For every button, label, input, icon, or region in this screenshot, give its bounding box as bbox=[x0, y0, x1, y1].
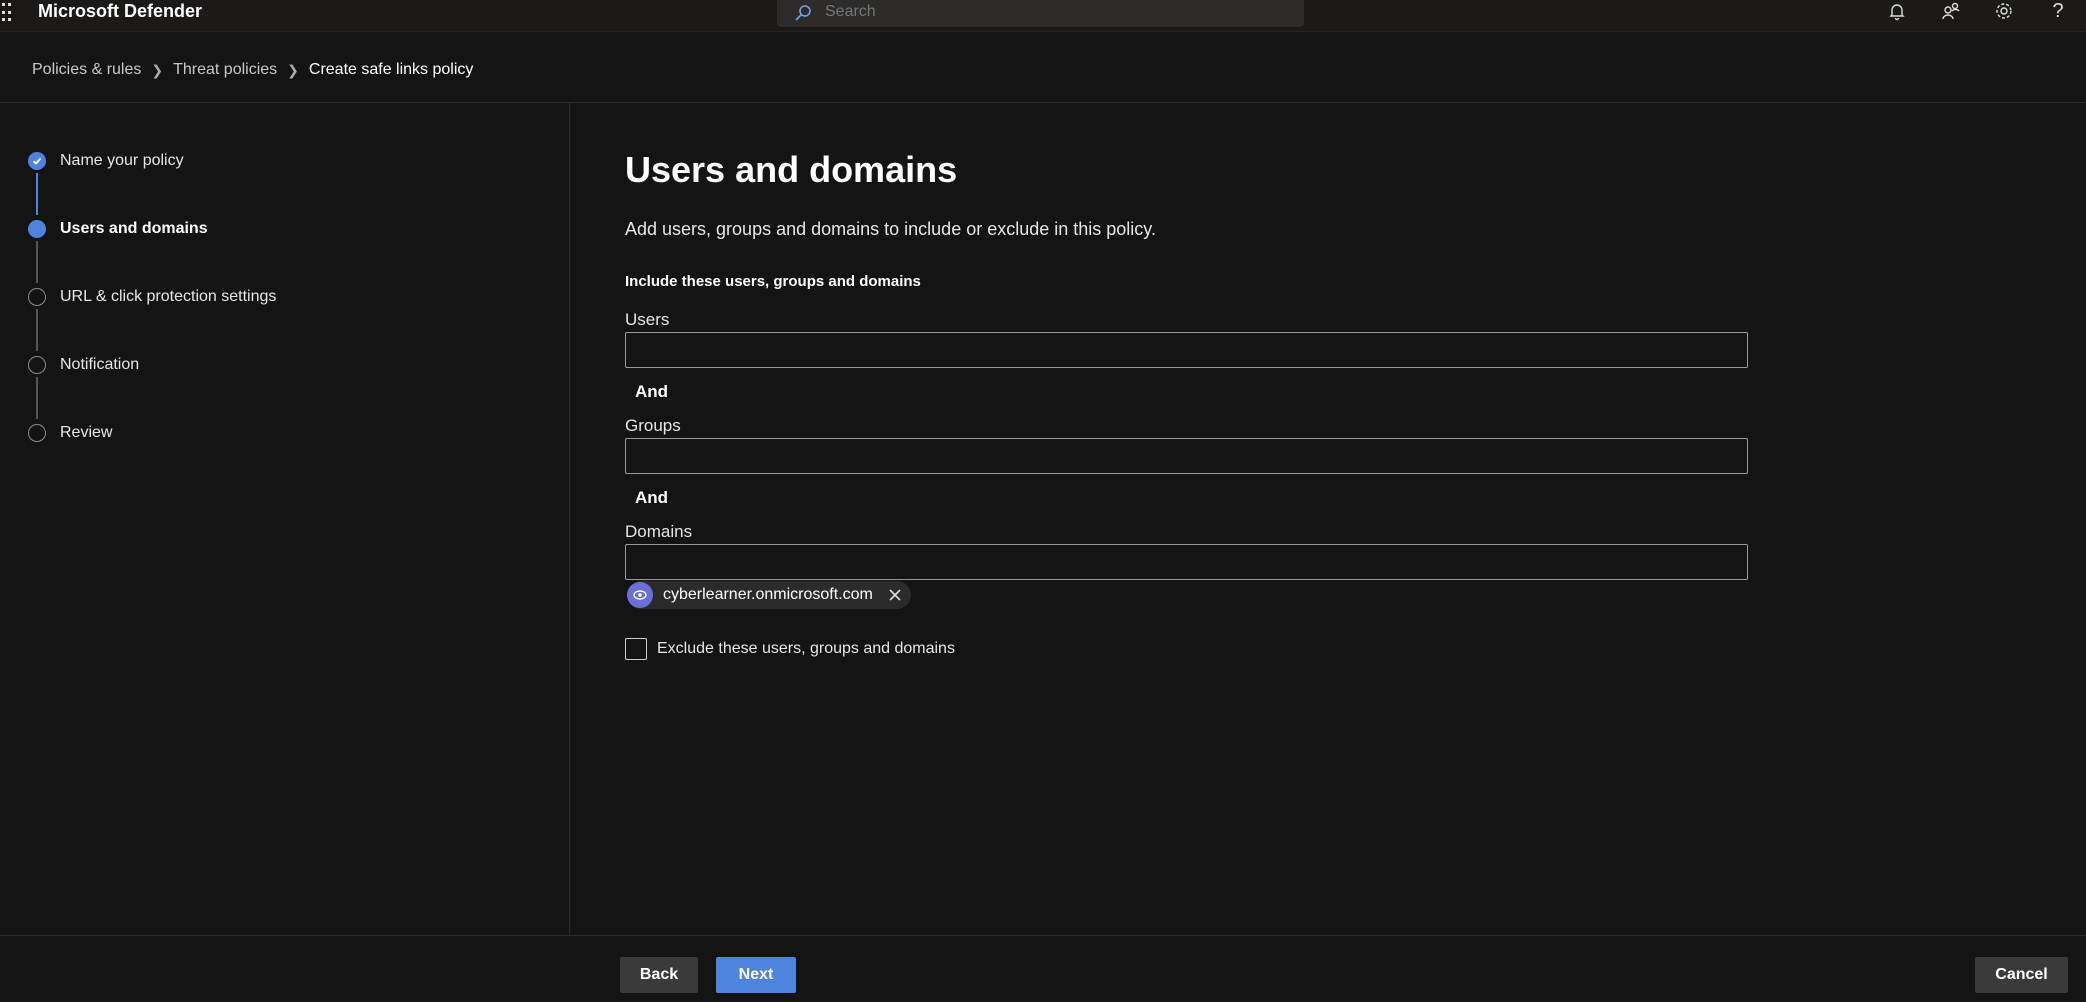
domain-chip-label: cyberlearner.onmicrosoft.com bbox=[663, 586, 873, 603]
top-bar: Microsoft Defender ? bbox=[0, 0, 2086, 32]
step-connector bbox=[36, 173, 38, 215]
chevron-right-icon: ❯ bbox=[287, 61, 299, 78]
link-icon bbox=[633, 590, 647, 600]
breadcrumb-item-policies-rules[interactable]: Policies & rules bbox=[32, 61, 141, 79]
step-connector bbox=[36, 377, 38, 419]
app-launcher-icon[interactable] bbox=[0, 3, 12, 23]
search-input[interactable] bbox=[825, 0, 1285, 24]
app-title[interactable]: Microsoft Defender bbox=[38, 0, 202, 23]
step-url-click-protection[interactable]: URL & click protection settings bbox=[28, 285, 276, 309]
checkmark-icon bbox=[32, 157, 42, 165]
step-pending-icon bbox=[28, 288, 46, 306]
step-users-and-domains[interactable]: Users and domains bbox=[28, 217, 208, 241]
users-label: Users bbox=[625, 310, 670, 329]
domain-chip-avatar bbox=[627, 582, 653, 608]
cancel-button[interactable]: Cancel bbox=[1975, 957, 2068, 993]
wizard-steps-panel: Name your policy Users and domains URL &… bbox=[0, 103, 570, 935]
and-label: And bbox=[635, 382, 669, 401]
next-button[interactable]: Next bbox=[716, 957, 796, 993]
groups-label: Groups bbox=[625, 416, 681, 435]
exclude-checkbox-row[interactable]: Exclude these users, groups and domains bbox=[625, 638, 955, 660]
step-notification[interactable]: Notification bbox=[28, 353, 139, 377]
domains-input[interactable] bbox=[625, 544, 1748, 580]
exclude-checkbox-label[interactable]: Exclude these users, groups and domains bbox=[657, 640, 955, 658]
and-label: And bbox=[635, 488, 669, 507]
wizard-footer: Back Next Cancel bbox=[0, 935, 2086, 1002]
back-button[interactable]: Back bbox=[620, 957, 698, 993]
search-box[interactable] bbox=[777, 0, 1304, 27]
close-icon[interactable] bbox=[887, 587, 903, 603]
step-label: Notification bbox=[60, 356, 140, 373]
page-description: Add users, groups and domains to include… bbox=[625, 219, 1156, 239]
breadcrumb-item-threat-policies[interactable]: Threat policies bbox=[173, 61, 277, 79]
step-connector bbox=[36, 309, 38, 351]
step-label: Name your policy bbox=[60, 152, 184, 169]
domain-chip: cyberlearner.onmicrosoft.com bbox=[627, 581, 911, 609]
step-label: URL & click protection settings bbox=[60, 288, 277, 305]
step-label: Review bbox=[60, 424, 113, 441]
main-content: Users and domains Add users, groups and … bbox=[625, 103, 1825, 935]
step-name-your-policy[interactable]: Name your policy bbox=[28, 149, 184, 173]
include-section-label: Include these users, groups and domains bbox=[625, 273, 921, 290]
domains-label: Domains bbox=[625, 522, 693, 541]
bell-icon[interactable] bbox=[1886, 1, 1908, 21]
breadcrumb: Policies & rules ❯ Threat policies ❯ Cre… bbox=[32, 58, 473, 82]
step-label: Users and domains bbox=[60, 220, 208, 237]
groups-input[interactable] bbox=[625, 438, 1748, 474]
breadcrumb-item-current: Create safe links policy bbox=[308, 61, 474, 78]
page-title: Users and domains bbox=[625, 149, 958, 190]
exclude-checkbox[interactable] bbox=[625, 638, 647, 660]
step-connector bbox=[36, 241, 38, 283]
chevron-right-icon: ❯ bbox=[151, 61, 164, 78]
gear-icon[interactable] bbox=[1993, 1, 2015, 21]
step-pending-icon bbox=[28, 356, 46, 374]
step-complete-icon bbox=[28, 152, 46, 170]
people-icon[interactable] bbox=[1940, 1, 1962, 21]
step-review[interactable]: Review bbox=[28, 421, 112, 445]
search-icon bbox=[795, 5, 811, 21]
help-icon[interactable]: ? bbox=[2047, 1, 2069, 21]
step-current-icon bbox=[28, 220, 46, 238]
step-pending-icon bbox=[28, 424, 46, 442]
users-input[interactable] bbox=[625, 332, 1748, 368]
